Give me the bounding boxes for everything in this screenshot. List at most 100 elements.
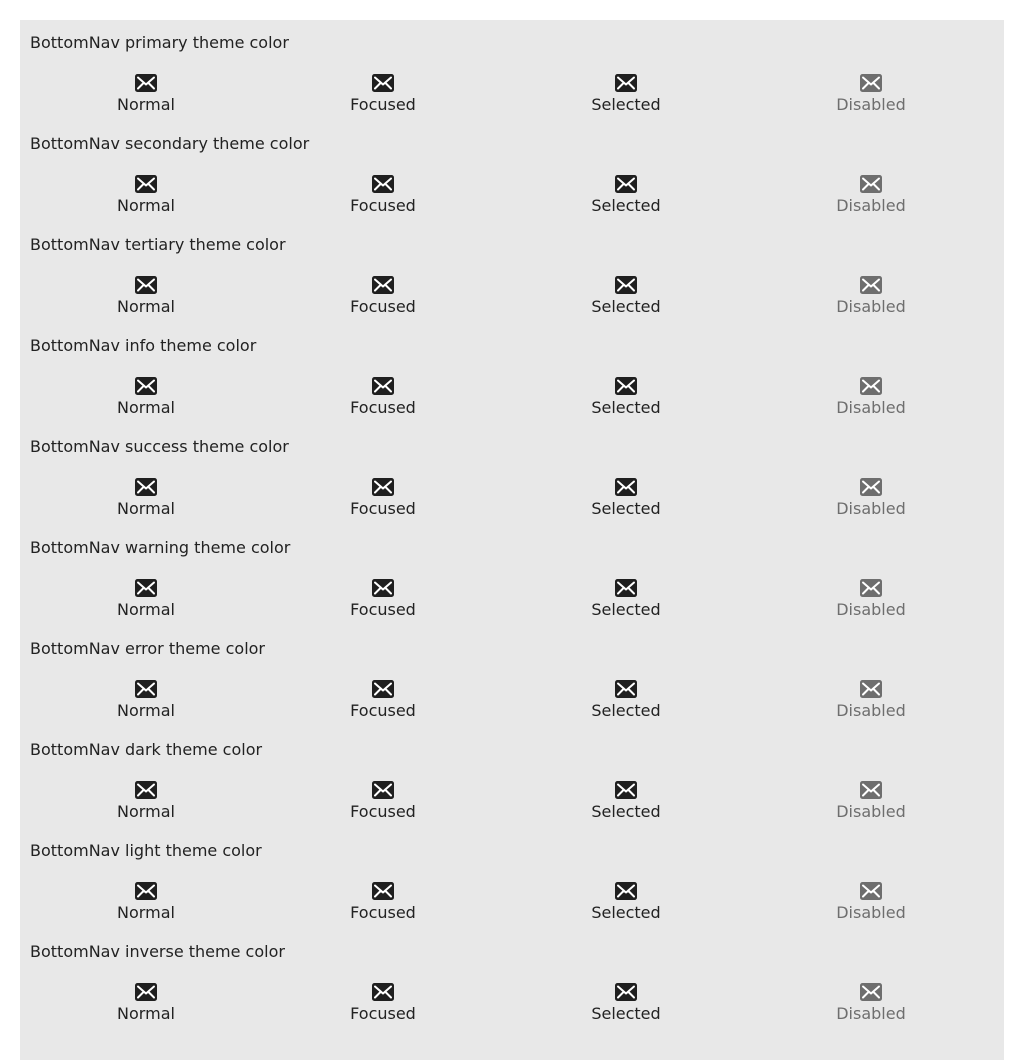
nav-item-disabled: Disabled (791, 175, 951, 217)
envelope-icon (860, 781, 882, 799)
envelope-icon (372, 276, 394, 294)
bottomnav-section: BottomNav error theme color Normal Focus… (20, 626, 1004, 727)
envelope-icon (372, 983, 394, 1001)
bottom-nav: Normal Focused Selected Disabled (20, 478, 1004, 520)
envelope-icon (615, 74, 637, 92)
nav-item-focused[interactable]: Focused (303, 74, 463, 116)
nav-item-label: Normal (117, 499, 175, 518)
bottomnav-section: BottomNav warning theme color Normal Foc… (20, 525, 1004, 626)
envelope-icon (615, 276, 637, 294)
nav-item-focused[interactable]: Focused (303, 377, 463, 419)
envelope-icon (135, 74, 157, 92)
envelope-icon (860, 377, 882, 395)
nav-item-label: Disabled (836, 600, 906, 619)
envelope-icon (860, 478, 882, 496)
nav-item-normal[interactable]: Normal (66, 680, 226, 722)
bottomnav-demo-panel: BottomNav primary theme color Normal Foc… (20, 20, 1004, 1060)
bottomnav-section: BottomNav tertiary theme color Normal Fo… (20, 222, 1004, 323)
nav-item-normal[interactable]: Normal (66, 983, 226, 1025)
nav-item-disabled: Disabled (791, 478, 951, 520)
nav-item-label: Focused (350, 600, 416, 619)
nav-item-normal[interactable]: Normal (66, 276, 226, 318)
nav-item-label: Normal (117, 701, 175, 720)
nav-item-selected[interactable]: Selected (546, 175, 706, 217)
nav-item-normal[interactable]: Normal (66, 74, 226, 116)
nav-item-label: Selected (591, 196, 661, 215)
nav-item-normal[interactable]: Normal (66, 478, 226, 520)
bottomnav-section: BottomNav info theme color Normal Focuse… (20, 323, 1004, 424)
nav-item-label: Normal (117, 196, 175, 215)
nav-item-label: Selected (591, 1004, 661, 1023)
bottom-nav: Normal Focused Selected Disabled (20, 74, 1004, 116)
nav-item-selected[interactable]: Selected (546, 983, 706, 1025)
nav-item-label: Normal (117, 600, 175, 619)
nav-item-normal[interactable]: Normal (66, 175, 226, 217)
nav-item-normal[interactable]: Normal (66, 882, 226, 924)
envelope-icon (372, 377, 394, 395)
envelope-icon (372, 478, 394, 496)
nav-item-selected[interactable]: Selected (546, 276, 706, 318)
nav-item-selected[interactable]: Selected (546, 781, 706, 823)
bottom-nav: Normal Focused Selected Disabled (20, 781, 1004, 823)
bottomnav-section: BottomNav success theme color Normal Foc… (20, 424, 1004, 525)
bottom-nav: Normal Focused Selected Disabled (20, 680, 1004, 722)
bottomnav-section: BottomNav light theme color Normal Focus… (20, 828, 1004, 929)
section-title: BottomNav light theme color (30, 841, 262, 860)
nav-item-label: Focused (350, 1004, 416, 1023)
nav-item-selected[interactable]: Selected (546, 377, 706, 419)
nav-item-label: Focused (350, 701, 416, 720)
bottomnav-section: BottomNav primary theme color Normal Foc… (20, 20, 1004, 121)
bottom-nav: Normal Focused Selected Disabled (20, 882, 1004, 924)
nav-item-focused[interactable]: Focused (303, 579, 463, 621)
nav-item-focused[interactable]: Focused (303, 276, 463, 318)
nav-item-focused[interactable]: Focused (303, 983, 463, 1025)
nav-item-label: Disabled (836, 196, 906, 215)
nav-item-label: Normal (117, 95, 175, 114)
section-title: BottomNav inverse theme color (30, 942, 285, 961)
nav-item-selected[interactable]: Selected (546, 74, 706, 116)
nav-item-label: Selected (591, 802, 661, 821)
envelope-icon (372, 74, 394, 92)
nav-item-label: Normal (117, 802, 175, 821)
bottomnav-section: BottomNav secondary theme color Normal F… (20, 121, 1004, 222)
nav-item-label: Selected (591, 903, 661, 922)
envelope-icon (372, 882, 394, 900)
nav-item-focused[interactable]: Focused (303, 175, 463, 217)
nav-item-normal[interactable]: Normal (66, 781, 226, 823)
nav-item-focused[interactable]: Focused (303, 478, 463, 520)
section-title: BottomNav primary theme color (30, 33, 289, 52)
bottom-nav: Normal Focused Selected Disabled (20, 276, 1004, 318)
nav-item-selected[interactable]: Selected (546, 680, 706, 722)
envelope-icon (860, 74, 882, 92)
nav-item-disabled: Disabled (791, 781, 951, 823)
bottom-nav: Normal Focused Selected Disabled (20, 175, 1004, 217)
envelope-icon (615, 781, 637, 799)
nav-item-disabled: Disabled (791, 276, 951, 318)
nav-item-normal[interactable]: Normal (66, 579, 226, 621)
envelope-icon (372, 680, 394, 698)
nav-item-disabled: Disabled (791, 579, 951, 621)
section-title: BottomNav info theme color (30, 336, 257, 355)
envelope-icon (135, 377, 157, 395)
nav-item-label: Selected (591, 95, 661, 114)
nav-item-disabled: Disabled (791, 983, 951, 1025)
nav-item-focused[interactable]: Focused (303, 882, 463, 924)
envelope-icon (135, 175, 157, 193)
nav-item-focused[interactable]: Focused (303, 680, 463, 722)
envelope-icon (860, 882, 882, 900)
nav-item-label: Disabled (836, 398, 906, 417)
nav-item-label: Focused (350, 499, 416, 518)
nav-item-focused[interactable]: Focused (303, 781, 463, 823)
nav-item-selected[interactable]: Selected (546, 579, 706, 621)
nav-item-selected[interactable]: Selected (546, 478, 706, 520)
envelope-icon (615, 882, 637, 900)
nav-item-selected[interactable]: Selected (546, 882, 706, 924)
envelope-icon (615, 680, 637, 698)
envelope-icon (135, 478, 157, 496)
envelope-icon (135, 781, 157, 799)
nav-item-label: Selected (591, 701, 661, 720)
envelope-icon (372, 175, 394, 193)
envelope-icon (615, 175, 637, 193)
nav-item-normal[interactable]: Normal (66, 377, 226, 419)
envelope-icon (615, 579, 637, 597)
